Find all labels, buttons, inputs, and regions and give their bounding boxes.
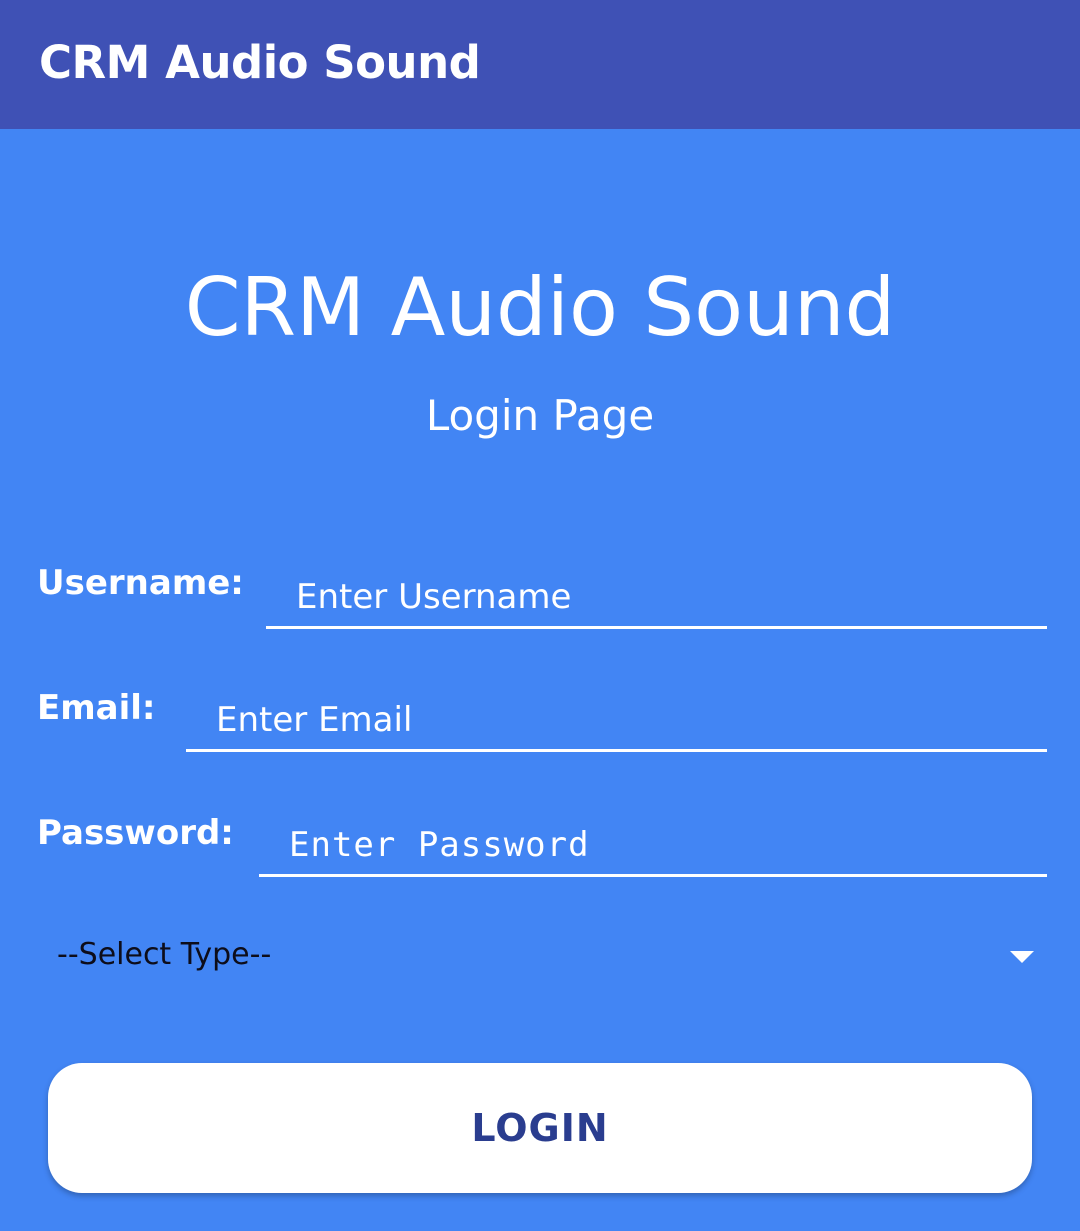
app-bar: CRM Audio Sound (0, 0, 1080, 129)
app-bar-title: CRM Audio Sound (39, 36, 481, 89)
email-input[interactable] (186, 690, 1047, 752)
dropdown-caret-icon (1010, 951, 1034, 963)
login-screen: CRM Audio Sound Login Page Username: Ema… (0, 129, 1080, 1231)
page-subtitle: Login Page (425, 391, 655, 440)
email-label: Email: (37, 688, 156, 728)
login-button[interactable]: LOGIN (48, 1063, 1032, 1193)
password-input[interactable] (259, 815, 1047, 877)
type-select[interactable]: --Select Type-- (37, 919, 1047, 991)
page-title: CRM Audio Sound (184, 261, 896, 354)
password-label: Password: (37, 813, 234, 853)
type-select-value: --Select Type-- (57, 937, 272, 972)
username-input[interactable] (266, 567, 1047, 629)
username-label: Username: (37, 563, 244, 603)
